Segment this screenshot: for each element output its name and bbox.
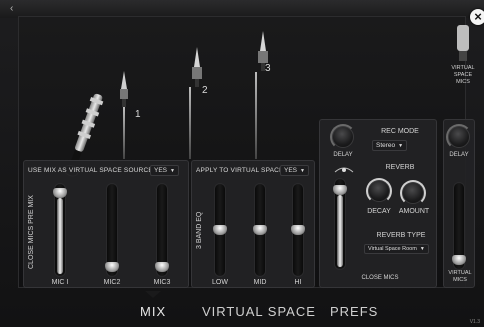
chevron-down-icon: ▼ bbox=[419, 246, 425, 252]
mic-3-fader[interactable] bbox=[155, 183, 169, 277]
version-label: V1.3 bbox=[469, 319, 480, 325]
mic-2-icon bbox=[192, 47, 202, 87]
close-mics-section: DELAY REC MODE Stereo ▼ REVERB DECAY AMOU… bbox=[319, 119, 437, 288]
mic-2-label: MIC2 bbox=[103, 279, 121, 286]
eq-low-fader[interactable] bbox=[213, 183, 227, 277]
chevron-down-icon: ▼ bbox=[300, 168, 305, 174]
amount-label: AMOUNT bbox=[398, 208, 430, 215]
eq-mid-label: MID bbox=[253, 279, 267, 286]
tab-prefs[interactable]: PREFS bbox=[330, 304, 378, 319]
close-mics-fader[interactable] bbox=[333, 178, 347, 270]
eq-hi-fader[interactable] bbox=[291, 183, 305, 277]
chevron-down-icon: ▼ bbox=[398, 143, 404, 149]
virtual-space-mics-label: VIRTUAL SPACE MICS bbox=[451, 65, 475, 85]
reverb-label: REVERB bbox=[385, 164, 415, 171]
mic-1-fader[interactable] bbox=[53, 183, 67, 277]
close-mics-pre-mix-section: USE MIX AS VIRTUAL SPACE SOURCE YES ▼ CLO… bbox=[23, 160, 189, 288]
eq-section: APPLY TO VIRTUAL SPACE YES ▼ 3 BAND EQ LO… bbox=[191, 160, 315, 288]
bottom-tabs: MIX VIRTUAL SPACE PREFS bbox=[0, 291, 484, 327]
amount-knob[interactable] bbox=[400, 180, 426, 206]
mic-2-fader[interactable] bbox=[105, 183, 119, 277]
virtual-mics-footer-label: VIRTUAL MICS bbox=[448, 270, 472, 283]
mic-3-label: MIC3 bbox=[153, 279, 171, 286]
reverb-type-label: REVERB TYPE bbox=[376, 232, 426, 239]
close-mics-delay-knob[interactable] bbox=[330, 124, 356, 150]
virtual-mics-section: DELAY VIRTUAL MICS bbox=[443, 119, 475, 288]
close-icon[interactable]: × bbox=[470, 9, 484, 25]
mix-source-header: USE MIX AS VIRTUAL SPACE SOURCE bbox=[28, 167, 153, 174]
close-mics-pre-mix-label: CLOSE MICS PRE MIX bbox=[28, 195, 35, 269]
decay-knob[interactable] bbox=[366, 178, 392, 204]
mic-3-number: 3 bbox=[265, 63, 271, 74]
mix-panel: 1 2 3 VIRTUAL SPACE MICS USE MIX AS VIRT… bbox=[18, 16, 475, 288]
app-window: ‹ 1 2 3 VIRTUAL SPACE MICS USE MIX AS VI… bbox=[0, 0, 484, 327]
mic-1-fader-cap[interactable] bbox=[53, 188, 67, 199]
close-mics-fader-fill bbox=[337, 195, 343, 267]
mic-3-fader-cap[interactable] bbox=[155, 261, 169, 272]
virtual-space-mic-icon bbox=[457, 25, 469, 61]
close-mics-footer-label: CLOSE MICS bbox=[361, 275, 399, 281]
eq-hi-fader-cap[interactable] bbox=[291, 225, 305, 235]
apply-virtual-space-select[interactable]: YES ▼ bbox=[280, 165, 309, 176]
mic-1-fader-fill bbox=[57, 198, 63, 274]
eq-low-label: LOW bbox=[212, 279, 228, 286]
mic-3-stand bbox=[255, 72, 257, 159]
rec-mode-select[interactable]: Stereo ▼ bbox=[372, 140, 408, 151]
decay-label: DECAY bbox=[367, 208, 391, 215]
reverb-type-select[interactable]: Virtual Space Room ▼ bbox=[364, 244, 429, 254]
virtual-mics-delay-knob[interactable] bbox=[446, 124, 472, 150]
back-arrow-icon[interactable]: ‹ bbox=[10, 3, 13, 14]
virtual-mics-delay-label: DELAY bbox=[449, 152, 469, 158]
mic-1-stand bbox=[123, 107, 125, 159]
virtual-mics-fader[interactable] bbox=[452, 182, 466, 270]
eq-mid-fader-cap[interactable] bbox=[253, 225, 267, 235]
reverb-toggle-icon[interactable] bbox=[334, 164, 354, 176]
close-mics-fader-cap[interactable] bbox=[333, 185, 347, 196]
mic-2-fader-cap[interactable] bbox=[105, 261, 119, 272]
eq-low-fader-cap[interactable] bbox=[213, 225, 227, 235]
mic-1-number: 1 bbox=[135, 109, 141, 120]
virtual-mics-fader-cap[interactable] bbox=[452, 255, 466, 266]
eq-mid-fader[interactable] bbox=[253, 183, 267, 277]
active-tab-indicator bbox=[145, 291, 161, 298]
mic-2-number: 2 bbox=[202, 85, 208, 96]
three-band-eq-label: 3 BAND EQ bbox=[196, 211, 203, 249]
tab-virtual-space[interactable]: VIRTUAL SPACE bbox=[202, 304, 316, 319]
eq-hi-label: HI bbox=[294, 279, 302, 286]
tab-mix[interactable]: MIX bbox=[140, 304, 166, 319]
mic-1-label: MIC I bbox=[51, 279, 69, 286]
mix-source-select[interactable]: YES ▼ bbox=[150, 165, 179, 176]
close-mics-delay-label: DELAY bbox=[333, 152, 353, 158]
apply-virtual-space-header: APPLY TO VIRTUAL SPACE bbox=[196, 167, 284, 174]
mic-2-stand bbox=[189, 87, 191, 159]
mic-1-icon bbox=[120, 71, 128, 107]
chevron-down-icon: ▼ bbox=[170, 168, 175, 174]
rec-mode-label: REC MODE bbox=[381, 128, 419, 135]
